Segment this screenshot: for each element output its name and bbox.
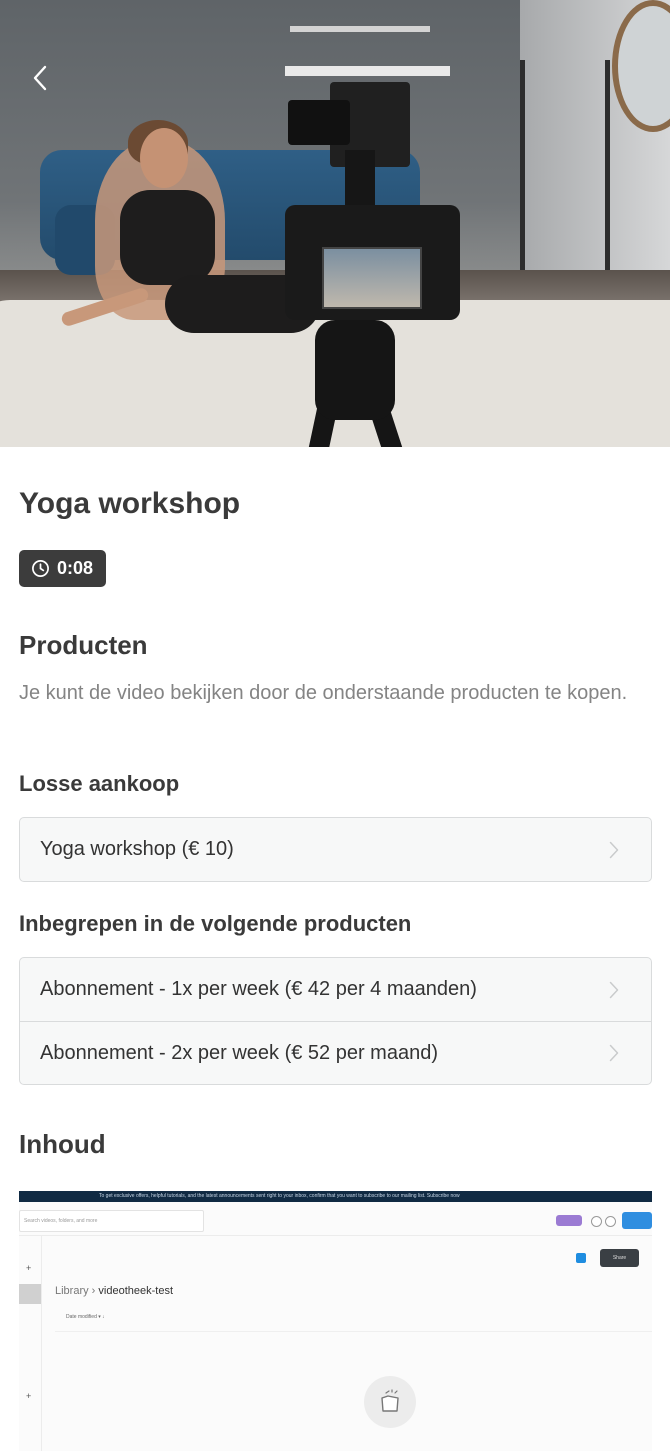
chevron-right-icon bbox=[607, 840, 621, 860]
preview-sidebar-item bbox=[19, 1284, 41, 1304]
hero-rack bbox=[520, 60, 610, 280]
back-button[interactable] bbox=[26, 62, 54, 94]
hero-tripod bbox=[315, 320, 395, 420]
preview-banner: To get exclusive offers, helpful tutoria… bbox=[19, 1191, 652, 1202]
hero-camera bbox=[345, 150, 375, 210]
preview-plus-icon: + bbox=[26, 1391, 32, 1401]
content-preview-thumbnail[interactable]: To get exclusive offers, helpful tutoria… bbox=[19, 1191, 652, 1451]
preview-search-text: Search videos, folders, and more bbox=[24, 1218, 98, 1224]
preview-breadcrumb-current: videotheek-test bbox=[98, 1285, 174, 1297]
preview-new-button bbox=[622, 1212, 652, 1229]
product-label: Yoga workshop (€ 10) bbox=[40, 838, 234, 860]
preview-breadcrumb-root: Library bbox=[55, 1285, 89, 1297]
preview-breadcrumb-separator: › bbox=[88, 1285, 99, 1297]
preview-app-icon bbox=[576, 1253, 586, 1263]
preview-breadcrumb: Library › videotheek-test bbox=[55, 1285, 173, 1297]
preview-badge bbox=[556, 1215, 582, 1226]
hero-camera-screen bbox=[322, 247, 422, 309]
hero-image bbox=[0, 0, 670, 447]
preview-sort-label: Date modified ▾ ↓ bbox=[66, 1314, 105, 1320]
single-purchase-list: Yoga workshop (€ 10) bbox=[19, 817, 652, 882]
preview-banner-text: To get exclusive offers, helpful tutoria… bbox=[99, 1193, 460, 1199]
single-purchase-heading: Losse aankoop bbox=[19, 771, 180, 796]
clock-icon bbox=[32, 560, 49, 577]
preview-bell-icon bbox=[605, 1216, 616, 1227]
preview-search: Search videos, folders, and more bbox=[19, 1210, 204, 1232]
product-row[interactable]: Abonnement - 2x per week (€ 52 per maand… bbox=[20, 1021, 651, 1084]
hero-shelf bbox=[290, 26, 430, 32]
product-label: Abonnement - 2x per week (€ 52 per maand… bbox=[40, 1041, 438, 1064]
hero-camera bbox=[288, 100, 350, 145]
preview-divider bbox=[55, 1331, 652, 1332]
product-row[interactable]: Abonnement - 1x per week (€ 42 per 4 maa… bbox=[20, 958, 651, 1021]
chevron-left-icon bbox=[33, 65, 47, 91]
hero-person bbox=[140, 128, 188, 188]
duration-text: 0:08 bbox=[57, 558, 94, 578]
preview-help-icon bbox=[591, 1216, 602, 1227]
chevron-right-icon bbox=[607, 980, 621, 1000]
page-title: Yoga workshop bbox=[19, 487, 241, 520]
preview-divider bbox=[19, 1235, 652, 1236]
included-products-list: Abonnement - 1x per week (€ 42 per 4 maa… bbox=[19, 957, 652, 1085]
preview-empty-folder-icon bbox=[364, 1376, 416, 1428]
hero-shelf bbox=[285, 66, 450, 76]
included-products-heading: Inbegrepen in de volgende producten bbox=[19, 911, 412, 936]
duration-badge: 0:08 bbox=[19, 550, 107, 587]
preview-share-button: Share bbox=[600, 1249, 639, 1267]
content-heading: Inhoud bbox=[19, 1129, 106, 1159]
products-description: Je kunt de video bekijken door de onders… bbox=[19, 682, 628, 704]
product-row[interactable]: Yoga workshop (€ 10) bbox=[20, 818, 651, 881]
products-heading: Producten bbox=[19, 630, 148, 660]
preview-plus-icon: + bbox=[26, 1263, 32, 1273]
hero-person bbox=[120, 190, 215, 285]
chevron-right-icon bbox=[607, 1043, 621, 1063]
product-label: Abonnement - 1x per week (€ 42 per 4 maa… bbox=[40, 978, 477, 1000]
